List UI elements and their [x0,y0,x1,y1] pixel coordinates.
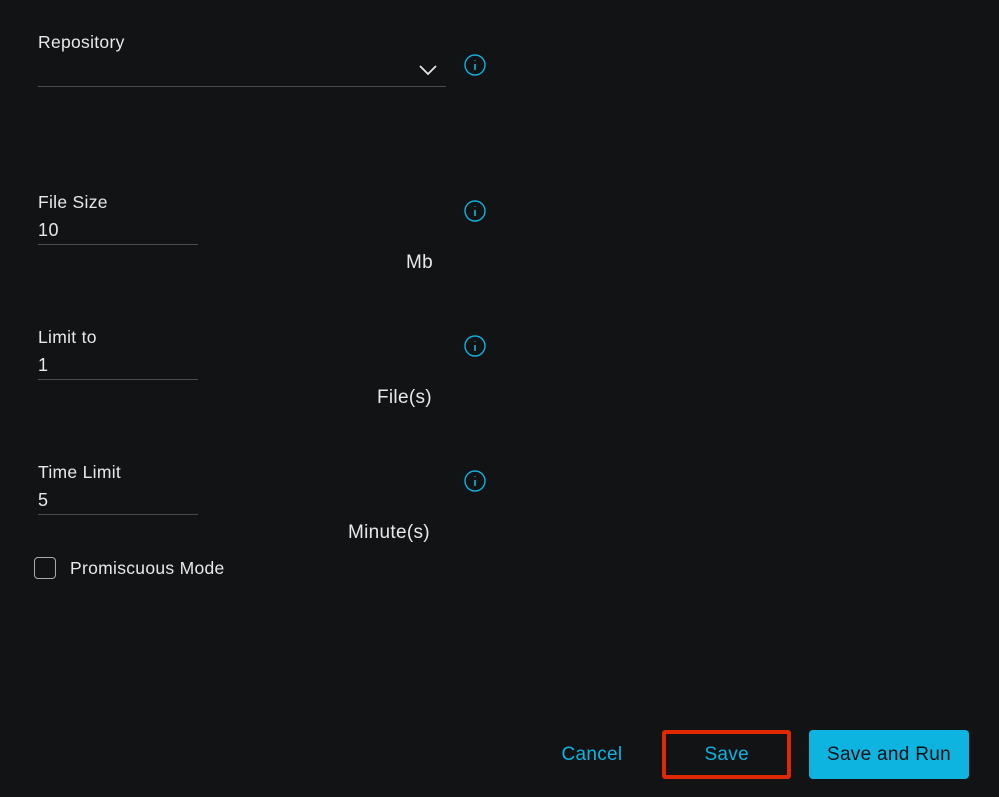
repository-field-group: Repository [38,32,961,87]
file-size-unit: Mb [406,252,433,274]
time-limit-input[interactable] [38,487,198,515]
info-icon[interactable] [464,470,486,492]
time-limit-label: Time Limit [38,462,961,483]
promiscuous-mode-label: Promiscuous Mode [70,558,225,579]
limit-to-input[interactable] [38,352,198,380]
file-size-label: File Size [38,192,961,213]
save-and-run-button[interactable]: Save and Run [809,730,969,779]
repository-select[interactable] [38,57,446,87]
file-size-input[interactable] [38,217,198,245]
configuration-form: Repository File Size [0,0,999,611]
info-icon[interactable] [464,200,486,222]
limit-to-label: Limit to [38,327,961,348]
repository-select-wrapper [38,57,446,87]
promiscuous-mode-checkbox[interactable] [34,557,56,579]
time-limit-unit: Minute(s) [348,522,430,544]
promiscuous-mode-row: Promiscuous Mode [34,557,961,579]
info-icon[interactable] [464,54,486,76]
file-size-field-group: File Size Mb [38,192,961,245]
time-limit-field-group: Time Limit Minute(s) [38,462,961,515]
save-button[interactable]: Save [662,730,791,779]
info-icon[interactable] [464,335,486,357]
footer-button-bar: Cancel Save Save and Run [540,730,970,779]
repository-label: Repository [38,32,961,53]
cancel-button[interactable]: Cancel [540,730,645,779]
limit-to-field-group: Limit to File(s) [38,327,961,380]
limit-to-unit: File(s) [377,387,432,409]
